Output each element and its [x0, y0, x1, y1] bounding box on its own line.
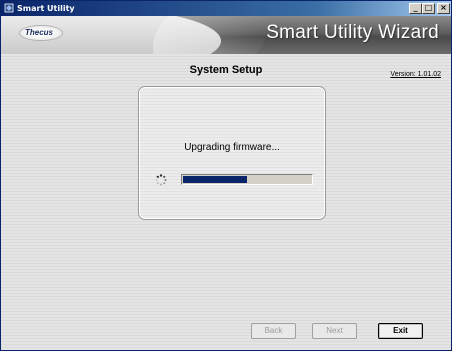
firmware-progress-bar [181, 174, 313, 185]
banner-highlight [140, 16, 282, 54]
app-window: Smart Utility _ □ × Thecus Smart Utility… [0, 0, 452, 351]
header-banner: Thecus Smart Utility Wizard [1, 16, 451, 54]
status-text: Upgrading firmware... [184, 142, 280, 153]
back-button[interactable]: Back [251, 323, 296, 339]
version-label: Version: 1.01.02 [390, 71, 441, 78]
exit-button[interactable]: Exit [378, 323, 423, 339]
maximize-button[interactable]: □ [422, 3, 435, 14]
close-button[interactable]: × [437, 3, 450, 14]
wizard-title: Smart Utility Wizard [266, 22, 439, 43]
logo-text: Thecus [25, 28, 54, 37]
window-title: Smart Utility [17, 4, 75, 13]
progress-fill [183, 176, 247, 183]
title-bar[interactable]: Smart Utility _ □ × [1, 1, 451, 16]
next-button[interactable]: Next [312, 323, 357, 339]
wizard-content: System Setup Version: 1.01.02 Upgrading … [1, 54, 451, 350]
progress-panel: Upgrading firmware... [138, 86, 326, 220]
page-title: System Setup [189, 64, 263, 76]
loading-spinner-icon [155, 173, 167, 186]
minimize-button[interactable]: _ [409, 3, 422, 14]
app-icon [4, 3, 14, 13]
